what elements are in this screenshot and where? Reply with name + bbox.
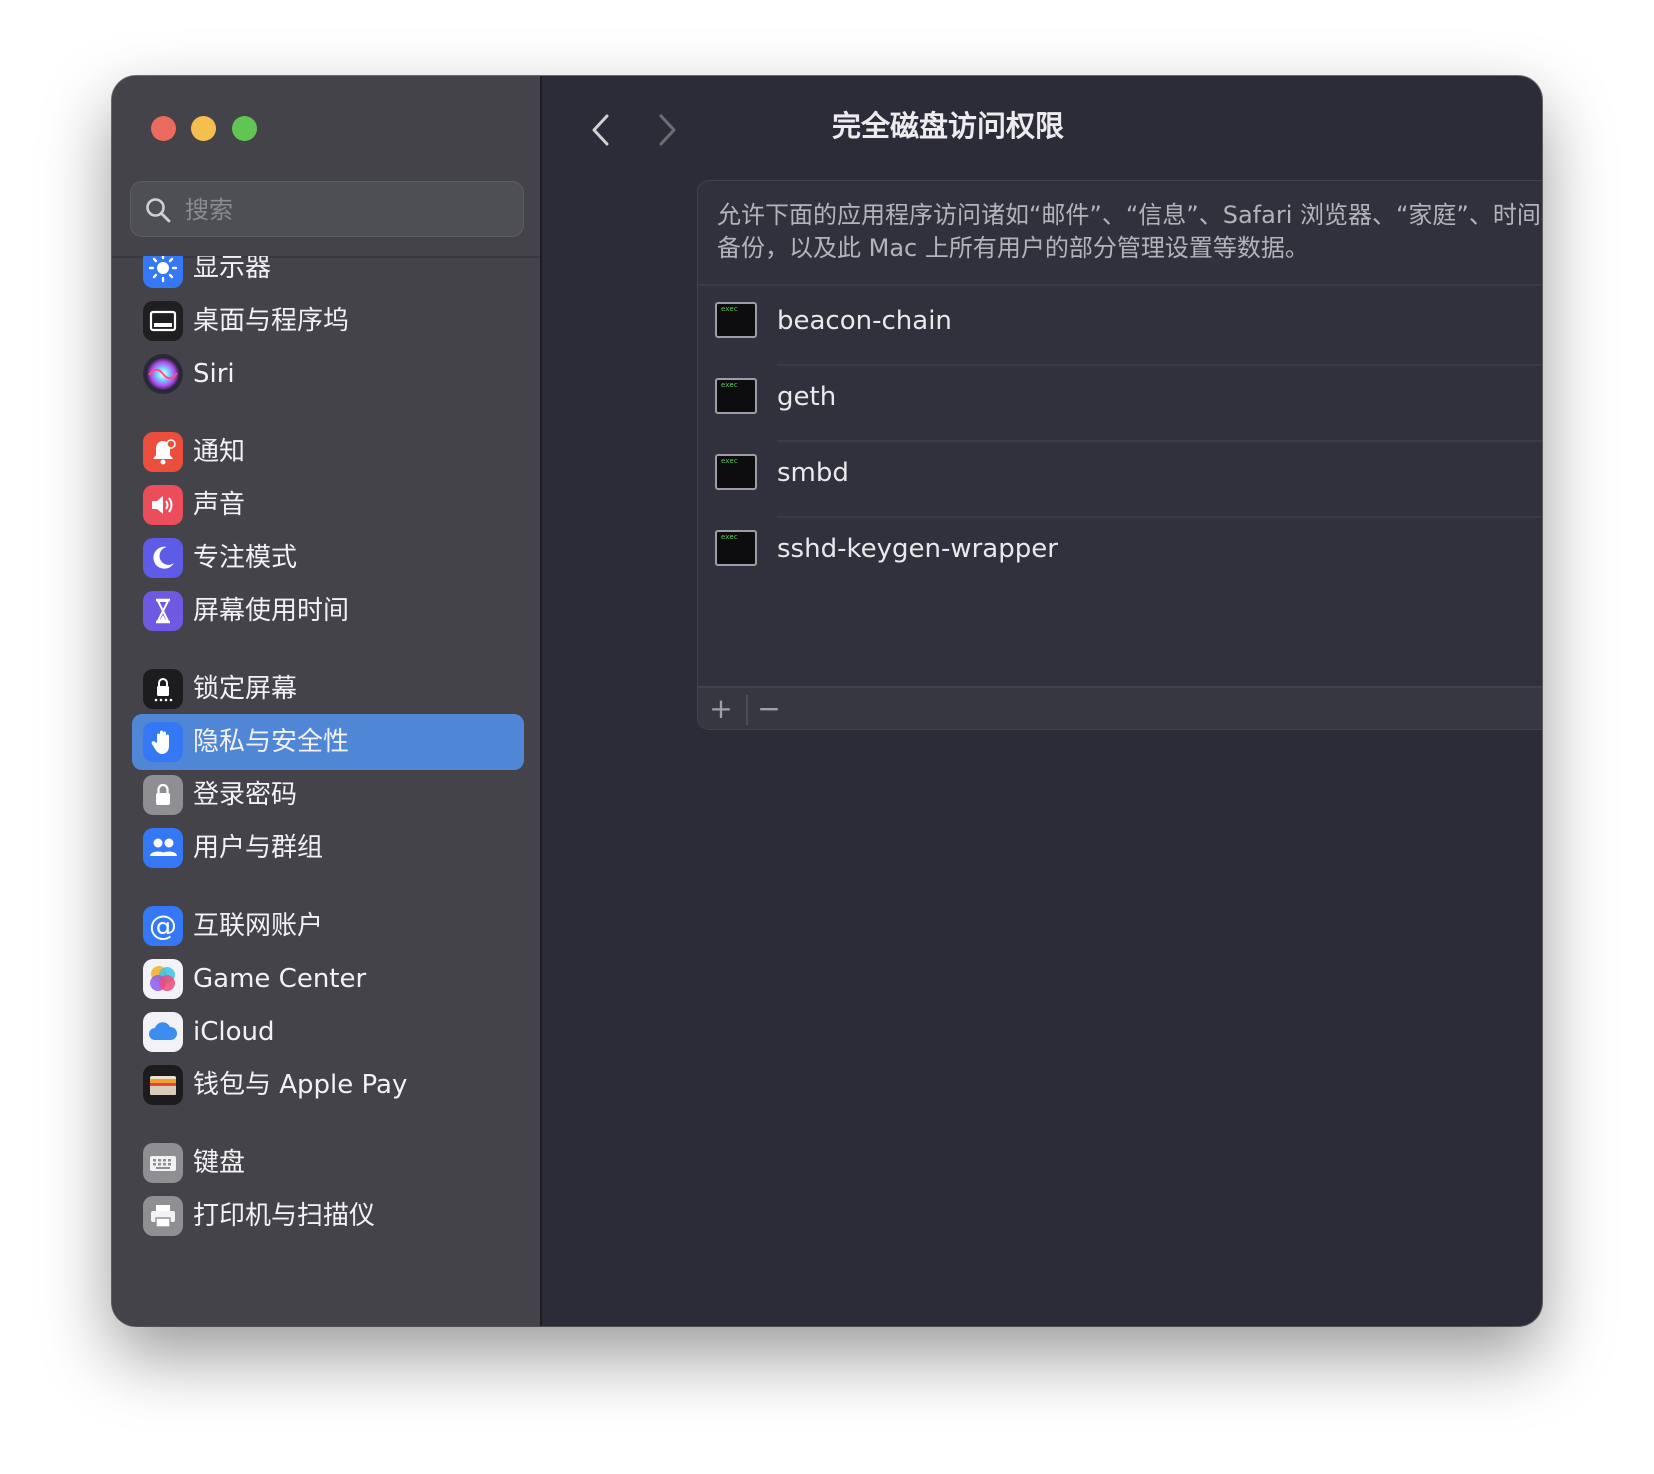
app-row-beacon-chain: exec beacon-chain bbox=[698, 286, 1542, 366]
app-name: smbd bbox=[777, 458, 849, 488]
zoom-window-button[interactable] bbox=[232, 116, 257, 141]
users-icon bbox=[143, 828, 183, 868]
add-app-button[interactable]: + bbox=[699, 691, 743, 729]
exec-badge-text: exec bbox=[721, 533, 738, 541]
terminal-exec-icon: exec bbox=[715, 378, 757, 414]
moon-icon bbox=[143, 538, 183, 578]
sidebar-item-label: 屏幕使用时间 bbox=[193, 596, 350, 626]
sidebar-item-users-groups[interactable]: 用户与群组 bbox=[132, 820, 524, 876]
sidebar-item-keyboard[interactable]: 键盘 bbox=[132, 1135, 524, 1191]
terminal-exec-icon: exec bbox=[715, 530, 757, 566]
sidebar-item-sound[interactable]: 声音 bbox=[132, 477, 524, 533]
sidebar-item-siri[interactable]: Siri bbox=[132, 346, 524, 402]
main-content: 完全磁盘访问权限 允许下面的应用程序访问诸如“邮件”、“信息”、Safari 浏… bbox=[542, 76, 1542, 1326]
sidebar-item-wallet-apple-pay[interactable]: 钱包与 Apple Pay bbox=[132, 1057, 524, 1113]
sidebar-item-notifications[interactable]: 通知 bbox=[132, 424, 524, 480]
sidebar-item-label: 声音 bbox=[193, 490, 246, 520]
sidebar-item-internet-accounts[interactable]: @ 互联网账户 bbox=[132, 898, 524, 954]
icloud-icon bbox=[143, 1012, 183, 1052]
system-settings-window: 搜索 显示器 桌面与程序坞 Siri 通知 声音 专注模式 屏幕使用时间 锁定屏… bbox=[112, 76, 1542, 1326]
sidebar-item-label: 锁定屏幕 bbox=[193, 674, 298, 704]
sidebar-item-desktop-dock[interactable]: 桌面与程序坞 bbox=[132, 293, 524, 349]
sidebar-item-label: 桌面与程序坞 bbox=[193, 306, 350, 336]
sidebar-item-label: iCloud bbox=[193, 1017, 275, 1047]
padlock-icon bbox=[143, 775, 183, 815]
hand-icon bbox=[143, 722, 183, 762]
sidebar-item-label: 钱包与 Apple Pay bbox=[193, 1070, 408, 1100]
list-actions-bar: + − bbox=[698, 686, 1542, 729]
notification-bell-icon bbox=[143, 432, 183, 472]
close-window-button[interactable] bbox=[151, 116, 176, 141]
lock-screen-icon bbox=[143, 669, 183, 709]
forward-chevron-icon[interactable] bbox=[652, 110, 682, 150]
sidebar-item-label: Siri bbox=[193, 359, 235, 389]
sidebar-item-privacy-security[interactable]: 隐私与安全性 bbox=[132, 714, 524, 770]
app-row-smbd: exec smbd bbox=[698, 438, 1542, 518]
sidebar-item-label: Game Center bbox=[193, 964, 367, 994]
page-title: 完全磁盘访问权限 bbox=[832, 109, 1065, 143]
exec-badge-text: exec bbox=[721, 457, 738, 465]
game-center-icon bbox=[143, 959, 183, 999]
back-chevron-icon[interactable] bbox=[586, 110, 616, 150]
printer-icon bbox=[143, 1196, 183, 1236]
sidebar-item-label: 打印机与扫描仪 bbox=[193, 1201, 376, 1231]
terminal-exec-icon: exec bbox=[715, 454, 757, 490]
at-sign-icon: @ bbox=[143, 906, 183, 946]
remove-app-button[interactable]: − bbox=[747, 691, 791, 729]
sidebar-item-screen-time[interactable]: 屏幕使用时间 bbox=[132, 583, 524, 639]
full-disk-access-panel: 允许下面的应用程序访问诸如“邮件”、“信息”、Safari 浏览器、“家庭”、时… bbox=[697, 180, 1542, 730]
siri-icon bbox=[143, 354, 183, 394]
wallet-icon bbox=[143, 1065, 183, 1105]
sidebar-item-icloud[interactable]: iCloud bbox=[132, 1004, 524, 1060]
sidebar-item-printers-scanners[interactable]: 打印机与扫描仪 bbox=[132, 1188, 524, 1244]
sidebar-item-label: 显示器 bbox=[193, 256, 272, 283]
minimize-window-button[interactable] bbox=[191, 116, 216, 141]
exec-badge-text: exec bbox=[721, 381, 738, 389]
sidebar-item-lock-screen[interactable]: 锁定屏幕 bbox=[132, 661, 524, 717]
sidebar-item-label: 互联网账户 bbox=[193, 911, 324, 941]
sidebar-item-focus[interactable]: 专注模式 bbox=[132, 530, 524, 586]
terminal-exec-icon: exec bbox=[715, 302, 757, 338]
search-field[interactable]: 搜索 bbox=[130, 181, 524, 237]
dock-icon bbox=[143, 301, 183, 341]
speaker-icon bbox=[143, 485, 183, 525]
sidebar-item-label: 通知 bbox=[193, 437, 246, 467]
app-row-sshd-keygen-wrapper: exec sshd-keygen-wrapper bbox=[698, 514, 1542, 594]
hourglass-icon bbox=[143, 591, 183, 631]
app-name: sshd-keygen-wrapper bbox=[777, 534, 1058, 564]
display-brightness-icon bbox=[143, 256, 183, 288]
sidebar: 搜索 显示器 桌面与程序坞 Siri 通知 声音 专注模式 屏幕使用时间 锁定屏… bbox=[112, 76, 542, 1326]
exec-badge-text: exec bbox=[721, 305, 738, 313]
sidebar-item-label: 专注模式 bbox=[193, 543, 298, 573]
sidebar-item-label: 登录密码 bbox=[193, 780, 298, 810]
access-description: 允许下面的应用程序访问诸如“邮件”、“信息”、Safari 浏览器、“家庭”、时… bbox=[717, 201, 1542, 262]
sidebar-item-label: 键盘 bbox=[193, 1148, 246, 1178]
app-name: beacon-chain bbox=[777, 306, 952, 336]
sidebar-item-display[interactable]: 显示器 bbox=[132, 256, 524, 296]
app-row-geth: exec geth bbox=[698, 362, 1542, 442]
sidebar-item-login-password[interactable]: 登录密码 bbox=[132, 767, 524, 823]
app-name: geth bbox=[777, 382, 837, 412]
sidebar-item-label: 隐私与安全性 bbox=[193, 727, 350, 757]
sidebar-list[interactable]: 显示器 桌面与程序坞 Siri 通知 声音 专注模式 屏幕使用时间 锁定屏幕 隐… bbox=[112, 256, 540, 1326]
search-icon bbox=[146, 198, 171, 223]
keyboard-icon bbox=[143, 1143, 183, 1183]
sidebar-item-game-center[interactable]: Game Center bbox=[132, 951, 524, 1007]
search-placeholder: 搜索 bbox=[185, 196, 233, 224]
sidebar-item-label: 用户与群组 bbox=[193, 833, 324, 863]
